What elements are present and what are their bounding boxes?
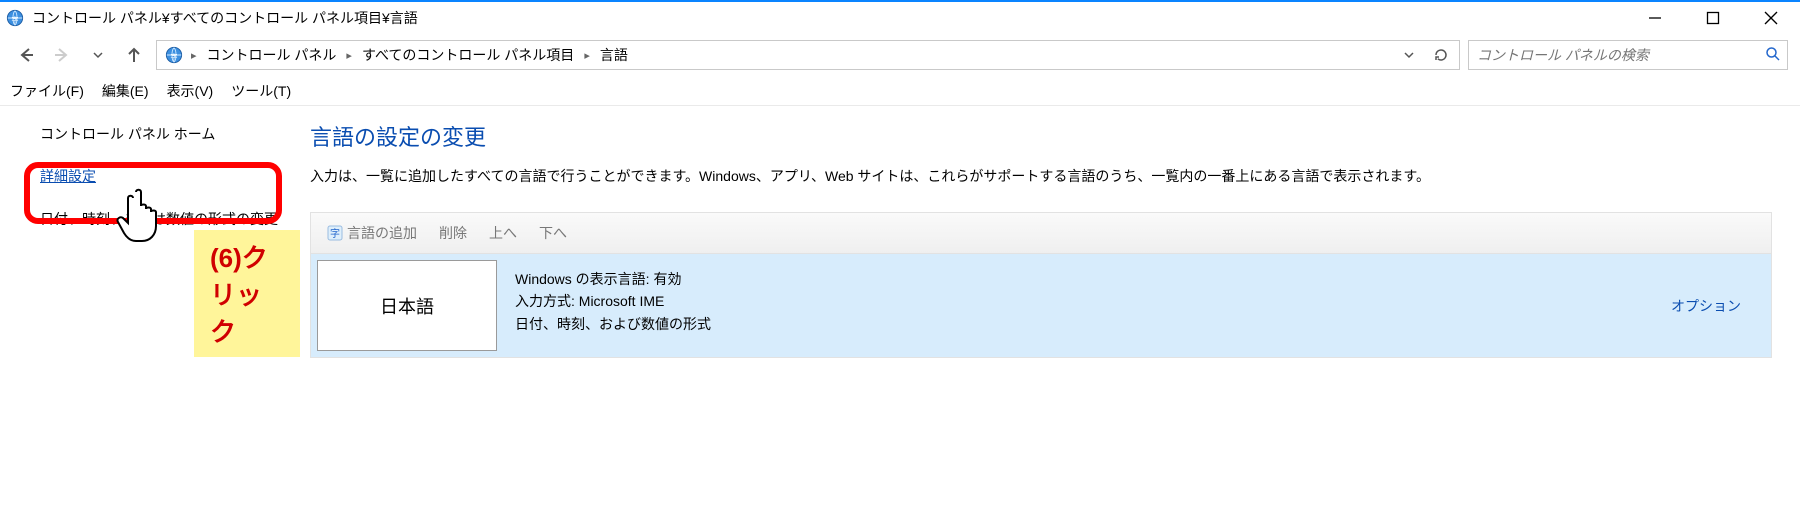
arrow-right-icon xyxy=(53,46,71,64)
add-language-icon: 字 xyxy=(327,225,343,241)
chevron-right-icon[interactable]: ▸ xyxy=(582,49,592,62)
page-description: 入力は、一覧に追加したすべての言語で行うことができます。Windows、アプリ、… xyxy=(310,166,1772,186)
window-title: コントロール パネル¥すべてのコントロール パネル項目¥言語 xyxy=(32,8,418,28)
search-box[interactable] xyxy=(1468,40,1788,70)
remove-language-button[interactable]: 削除 xyxy=(431,218,475,248)
language-format-line: 日付、時刻、および数値の形式 xyxy=(515,313,1629,335)
add-language-button[interactable]: 字 言語の追加 xyxy=(319,218,425,248)
window-close-button[interactable] xyxy=(1742,2,1800,34)
annotation-click-label: (6)クリック xyxy=(194,230,300,357)
search-input[interactable] xyxy=(1475,46,1765,64)
menu-tools[interactable]: ツール(T) xyxy=(231,81,291,101)
chevron-down-icon xyxy=(92,49,104,61)
menu-view[interactable]: 表示(V) xyxy=(167,81,214,101)
page-heading: 言語の設定の変更 xyxy=(310,120,1772,152)
breadcrumb-mid[interactable]: すべてのコントロール パネル項目 xyxy=(356,42,580,68)
language-options-link[interactable]: オプション xyxy=(1671,296,1741,316)
language-toolbar: 字 言語の追加 削除 上へ 下へ xyxy=(310,212,1772,254)
window-minimize-button[interactable] xyxy=(1626,2,1684,34)
move-up-button[interactable]: 上へ xyxy=(481,218,525,248)
maximize-icon xyxy=(1706,11,1720,25)
chevron-right-icon[interactable]: ▸ xyxy=(344,49,354,62)
sidebar-advanced-settings-link[interactable]: 詳細設定 xyxy=(40,166,96,186)
chevron-right-icon[interactable]: ▸ xyxy=(189,49,199,62)
sidebar: コントロール パネル ホーム 詳細設定 日付、時刻、または数値の形式の変更 (6… xyxy=(0,106,300,525)
nav-back-button[interactable] xyxy=(12,41,40,69)
svg-text:字: 字 xyxy=(11,16,18,25)
window-titlebar: 字 コントロール パネル¥すべてのコントロール パネル項目¥言語 xyxy=(0,0,1800,34)
remove-language-label: 削除 xyxy=(439,223,467,243)
arrow-up-icon xyxy=(125,46,143,64)
language-details: Windows の表示言語: 有効 入力方式: Microsoft IME 日付… xyxy=(503,254,1641,357)
move-down-label: 下へ xyxy=(539,223,567,243)
sidebar-control-panel-home[interactable]: コントロール パネル ホーム xyxy=(40,124,280,144)
search-icon[interactable] xyxy=(1765,46,1781,65)
language-row[interactable]: 日本語 Windows の表示言語: 有効 入力方式: Microsoft IM… xyxy=(310,254,1772,358)
nav-up-button[interactable] xyxy=(120,41,148,69)
sidebar-date-format-link[interactable]: 日付、時刻、または数値の形式の変更 xyxy=(40,208,280,230)
address-row: 字 ▸ コントロール パネル ▸ すべてのコントロール パネル項目 ▸ 言語 xyxy=(0,34,1800,76)
arrow-left-icon xyxy=(17,46,35,64)
app-globe-icon: 字 xyxy=(6,9,24,27)
window-maximize-button[interactable] xyxy=(1684,2,1742,34)
breadcrumb-leaf[interactable]: 言語 xyxy=(594,42,634,68)
address-globe-icon: 字 xyxy=(165,46,183,64)
refresh-icon xyxy=(1433,47,1449,63)
minimize-icon xyxy=(1648,11,1662,25)
menu-file[interactable]: ファイル(F) xyxy=(10,81,84,101)
svg-text:字: 字 xyxy=(170,53,177,62)
chevron-down-icon xyxy=(1403,49,1415,61)
language-input-line: 入力方式: Microsoft IME xyxy=(515,290,1629,312)
add-language-label: 言語の追加 xyxy=(347,223,417,243)
address-history-dropdown[interactable] xyxy=(1395,42,1423,68)
language-display-line: Windows の表示言語: 有効 xyxy=(515,268,1629,290)
breadcrumb-root[interactable]: コントロール パネル xyxy=(201,42,343,68)
refresh-button[interactable] xyxy=(1427,42,1455,68)
nav-recent-dropdown[interactable] xyxy=(84,41,112,69)
close-icon xyxy=(1764,11,1778,25)
menu-bar: ファイル(F) 編集(E) 表示(V) ツール(T) xyxy=(0,76,1800,106)
main-content: 言語の設定の変更 入力は、一覧に追加したすべての言語で行うことができます。Win… xyxy=(300,106,1800,525)
address-bar[interactable]: 字 ▸ コントロール パネル ▸ すべてのコントロール パネル項目 ▸ 言語 xyxy=(156,40,1460,70)
svg-text:字: 字 xyxy=(330,227,340,240)
menu-edit[interactable]: 編集(E) xyxy=(102,81,149,101)
nav-forward-button[interactable] xyxy=(48,41,76,69)
language-name-cell[interactable]: 日本語 xyxy=(317,260,497,351)
move-down-button[interactable]: 下へ xyxy=(531,218,575,248)
move-up-label: 上へ xyxy=(489,223,517,243)
